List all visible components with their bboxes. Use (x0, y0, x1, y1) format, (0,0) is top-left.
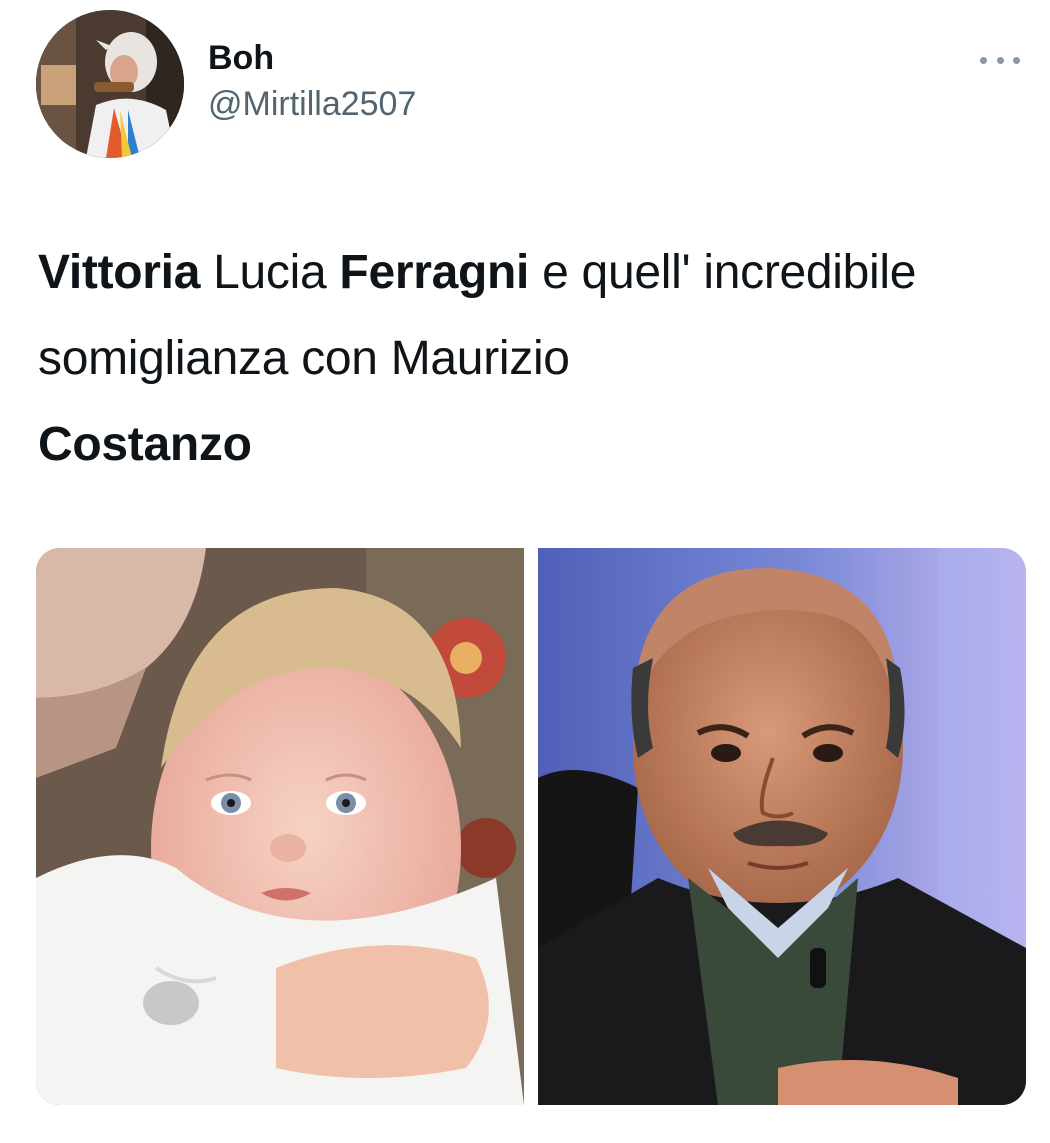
author-display-name[interactable]: Boh (208, 38, 416, 78)
author-info[interactable]: Boh @Mirtilla2507 (208, 38, 416, 126)
elderly-man-photo-icon (538, 548, 1026, 1105)
author-handle[interactable]: @Mirtilla2507 (208, 82, 416, 126)
tweet-text-bold: Vittoria (38, 246, 201, 299)
more-dot (980, 56, 987, 64)
tweet-text-bold: Costanzo (38, 418, 252, 471)
baby-photo-icon (36, 548, 524, 1105)
media-image-baby[interactable] (36, 548, 524, 1105)
tweet-card: Boh @Mirtilla2507 Vittoria Lucia Ferragn… (0, 0, 1050, 1143)
more-dot (1013, 56, 1020, 64)
avatar[interactable] (36, 10, 184, 158)
tweet-text: Vittoria Lucia Ferragni e quell' incredi… (38, 230, 1028, 488)
tweet-text-bold: Ferragni (339, 246, 530, 299)
media-image-man[interactable] (538, 548, 1026, 1105)
tweet-text-regular: Lucia (200, 246, 340, 299)
avatar-image (36, 10, 184, 158)
more-options-icon[interactable] (980, 50, 1020, 70)
tweet-media (36, 548, 1026, 1105)
more-dot (996, 56, 1004, 64)
